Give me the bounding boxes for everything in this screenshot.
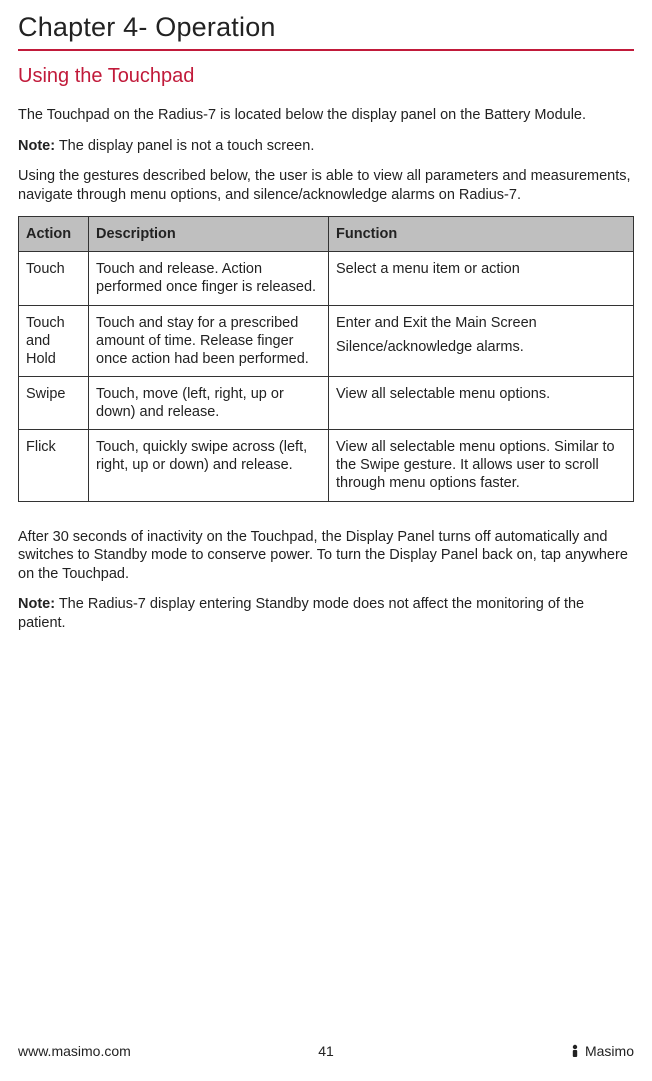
section-title: Using the Touchpad [18, 65, 634, 88]
table-row: FlickTouch, quickly swipe across (left, … [19, 430, 634, 501]
note-label: Note: [18, 596, 55, 612]
divider [18, 49, 634, 51]
cell-action: Swipe [19, 376, 89, 429]
cell-action: Flick [19, 430, 89, 501]
function-line: View all selectable menu options. [336, 385, 626, 403]
note-paragraph: Note: The display panel is not a touch s… [18, 137, 634, 156]
gestures-table: Action Description Function TouchTouch a… [18, 216, 634, 501]
cell-function: View all selectable menu options. Simila… [329, 430, 634, 501]
note-text: The display panel is not a touch screen. [55, 138, 314, 154]
header-description: Description [89, 217, 329, 252]
header-function: Function [329, 217, 634, 252]
standby-paragraph: After 30 seconds of inactivity on the To… [18, 528, 634, 584]
cell-function: View all selectable menu options. [329, 376, 634, 429]
table-row: Touch and HoldTouch and stay for a presc… [19, 305, 634, 376]
cell-description: Touch and stay for a prescribed amount o… [89, 305, 329, 376]
table-header-row: Action Description Function [19, 217, 634, 252]
intro-paragraph: The Touchpad on the Radius-7 is located … [18, 106, 634, 125]
cell-action: Touch and Hold [19, 305, 89, 376]
note2-paragraph: Note: The Radius-7 display entering Stan… [18, 595, 634, 632]
chapter-title: Chapter 4- Operation [18, 12, 634, 49]
table-row: SwipeTouch, move (left, right, up or dow… [19, 376, 634, 429]
cell-action: Touch [19, 252, 89, 305]
function-line: Silence/acknowledge alarms. [336, 338, 626, 356]
cell-function: Enter and Exit the Main Screen Silence/ac… [329, 305, 634, 376]
note-text: The Radius-7 display entering Standby mo… [18, 596, 584, 631]
gesture-intro: Using the gestures described below, the … [18, 167, 634, 204]
function-line: View all selectable menu options. Simila… [336, 438, 626, 492]
header-action: Action [19, 217, 89, 252]
cell-description: Touch, quickly swipe across (left, right… [89, 430, 329, 501]
footer-page-number: 41 [18, 1043, 634, 1059]
cell-function: Select a menu item or action [329, 252, 634, 305]
cell-description: Touch, move (left, right, up or down) an… [89, 376, 329, 429]
cell-description: Touch and release. Action performed once… [89, 252, 329, 305]
function-line: Select a menu item or action [336, 260, 626, 278]
page-footer: www.masimo.com 41 Masimo [18, 1043, 634, 1059]
function-line: Enter and Exit the Main Screen [336, 314, 626, 332]
table-row: TouchTouch and release. Action performed… [19, 252, 634, 305]
note-label: Note: [18, 138, 55, 154]
